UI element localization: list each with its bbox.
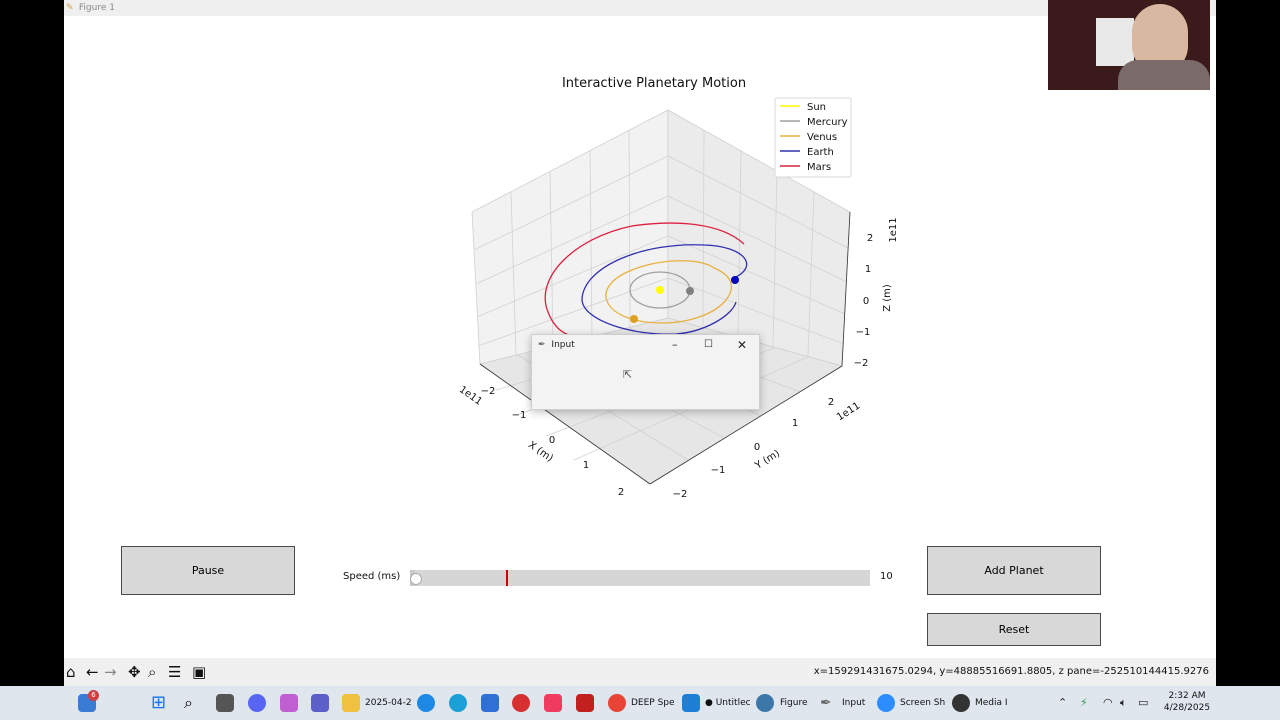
earth-marker <box>731 276 739 284</box>
time: 2:32 AM <box>1168 691 1206 701</box>
left-border <box>0 0 64 686</box>
date: 4/28/2025 <box>1163 703 1211 713</box>
media-player-icon[interactable] <box>952 694 970 712</box>
pan-icon[interactable]: ✥ <box>128 663 141 681</box>
x-tick: 2 <box>618 487 624 498</box>
pause-button[interactable]: Pause <box>121 546 295 595</box>
maximize-icon[interactable]: ☐ <box>704 335 713 355</box>
taskbar-label[interactable]: Figure <box>780 698 807 708</box>
reset-button[interactable]: Reset <box>927 613 1101 646</box>
x-tick: −2 <box>481 386 496 397</box>
back-icon[interactable]: ← <box>86 663 99 681</box>
close-icon[interactable]: ✕ <box>737 335 747 355</box>
mercury-marker <box>686 287 694 295</box>
clock[interactable]: 2:32 AM 4/28/2025 <box>1158 690 1216 714</box>
figure-window: ✎ Figure 1 Interactive Planetary Motion <box>64 0 1216 686</box>
store-icon[interactable] <box>481 694 499 712</box>
matplotlib-icon: ✎ <box>66 3 74 13</box>
folder-icon[interactable] <box>342 694 360 712</box>
z-tick: −1 <box>856 327 871 338</box>
dialog-titlebar[interactable]: ✒ Input – ☐ ✕ <box>532 335 759 355</box>
start-icon[interactable]: ⊞ <box>151 694 169 712</box>
edge-icon[interactable] <box>449 694 467 712</box>
webcam-overlay <box>1048 0 1210 90</box>
music-icon[interactable] <box>544 694 562 712</box>
speed-slider-marker <box>506 570 508 586</box>
teams-icon[interactable] <box>311 694 329 712</box>
copilot-icon[interactable] <box>280 694 298 712</box>
taskbar-label[interactable]: 2025-04-2 <box>365 698 412 708</box>
taskbar-label[interactable]: ● Untitlec <box>705 698 751 708</box>
legend: Sun Mercury Venus Earth Mars <box>774 97 852 178</box>
feather-icon[interactable]: ✒ <box>820 694 838 712</box>
speed-value: 10 <box>880 571 893 582</box>
z-exponent: 1e11 <box>888 217 899 242</box>
z-tick: 1 <box>865 264 871 275</box>
settings-gear-icon[interactable] <box>512 694 530 712</box>
battery-icon[interactable]: ▭ <box>1138 696 1148 709</box>
taskbar-label[interactable]: Screen Sh <box>900 698 945 708</box>
y-tick: 2 <box>828 397 834 408</box>
window-title: Figure 1 <box>78 3 115 13</box>
speed-slider[interactable] <box>409 570 870 586</box>
taskbar-label[interactable]: Media I <box>975 698 1008 708</box>
x-tick: 0 <box>549 435 555 446</box>
venus-marker <box>630 315 638 323</box>
chevron-up-icon[interactable]: ⌃ <box>1058 696 1067 709</box>
add-planet-button[interactable]: Add Planet <box>927 546 1101 595</box>
speed-label: Speed (ms) <box>343 571 401 582</box>
chrome-icon[interactable] <box>608 694 626 712</box>
legend-label: Mars <box>807 162 831 173</box>
z-tick: −2 <box>854 358 869 369</box>
matplotlib-toolbar: ⌂ ← → ✥ ⌕ ☰ ▣ x=159291431675.0294, y=488… <box>64 658 1216 686</box>
minimize-icon[interactable]: – <box>672 335 678 355</box>
legend-label: Sun <box>807 102 826 113</box>
logo-block <box>1096 18 1134 66</box>
cursor-coordinates: x=159291431675.0294, y=48885516691.8805,… <box>813 666 1209 677</box>
y-tick: −2 <box>673 489 688 500</box>
legend-label: Earth <box>807 147 834 158</box>
configure-subplots-icon[interactable]: ☰ <box>168 663 181 681</box>
person-shoulders <box>1118 60 1210 90</box>
right-border <box>1216 0 1280 686</box>
z-tick: 2 <box>867 233 873 244</box>
z-tick: 0 <box>863 296 869 307</box>
dialog-title: Input <box>551 340 575 350</box>
chart-title: Interactive Planetary Motion <box>562 76 746 91</box>
network-app-icon[interactable]: ⚡ <box>1080 696 1088 709</box>
window-titlebar: ✎ Figure 1 <box>64 0 1216 16</box>
legend-label: Venus <box>807 132 837 143</box>
python-icon[interactable] <box>756 694 774 712</box>
vscode-icon[interactable] <box>682 694 700 712</box>
windows-taskbar: 6 ⊞ ⌕ 2025-04-2 DEEP Spe ● Untitlec Figu… <box>0 686 1280 720</box>
y-tick: 0 <box>754 442 760 453</box>
x-tick: −1 <box>512 410 527 421</box>
home-icon[interactable]: ⌂ <box>66 663 76 681</box>
volume-icon[interactable]: 🔈︎ <box>1120 696 1127 710</box>
notification-badge: 6 <box>88 690 99 701</box>
save-icon[interactable]: ▣ <box>192 663 206 681</box>
input-dialog[interactable]: ✒ Input – ☐ ✕ ⇱ <box>531 334 760 410</box>
search-icon[interactable]: ⌕ <box>184 694 202 712</box>
skype-icon[interactable] <box>417 694 435 712</box>
zoom-app-icon[interactable] <box>877 694 895 712</box>
mouse-cursor-icon: ⇱ <box>623 368 633 381</box>
task-view-icon[interactable] <box>216 694 234 712</box>
taskbar-label[interactable]: Input <box>842 698 865 708</box>
y-tick: −1 <box>711 465 726 476</box>
wifi-icon[interactable]: ◠ <box>1103 696 1113 709</box>
discord-icon[interactable] <box>248 694 266 712</box>
y-tick: 1 <box>792 418 798 429</box>
speed-slider-handle[interactable] <box>409 573 422 585</box>
x-tick: 1 <box>583 460 589 471</box>
app-icon[interactable] <box>576 694 594 712</box>
sun-marker <box>656 286 664 294</box>
z-axis-label: Z (m) <box>882 284 893 312</box>
forward-icon[interactable]: → <box>104 663 117 681</box>
zoom-icon[interactable]: ⌕ <box>148 663 156 681</box>
legend-label: Mercury <box>807 117 848 128</box>
taskbar-label[interactable]: DEEP Spe <box>631 698 675 708</box>
feather-icon: ✒ <box>538 340 546 350</box>
y-exponent: 1e11 <box>835 401 862 424</box>
